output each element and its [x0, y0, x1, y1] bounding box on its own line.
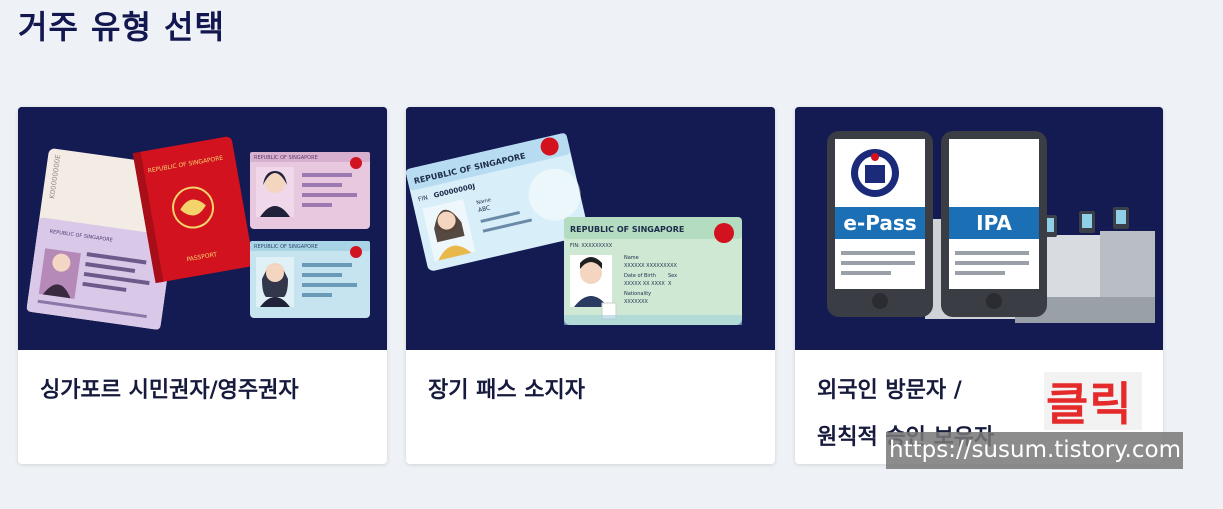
svg-text:XXXXXXX: XXXXXXX [624, 299, 649, 305]
watermark: https://susum.tistory.com [886, 432, 1183, 469]
long-term-pass-illustration: REPUBLIC OF SINGAPORE FIN G0000000J Name… [406, 107, 775, 350]
svg-text:X: X [668, 281, 672, 287]
svg-text:XXXXX XX XXXX: XXXXX XX XXXX [624, 281, 665, 287]
click-annotation: 클릭 [1046, 377, 1133, 431]
card-label-citizen-pr: 싱가포르 시민권자/영주권자 [40, 378, 299, 403]
foreign-visitor-illustration: e-Pass IPA [795, 107, 1163, 350]
svg-text:Nationality: Nationality [624, 291, 651, 297]
svg-text:XXXXXX XXXXXXXXX: XXXXXX XXXXXXXXX [624, 263, 678, 269]
svg-text:Sex: Sex [668, 273, 677, 279]
svg-text:REPUBLIC OF SINGAPORE: REPUBLIC OF SINGAPORE [254, 155, 318, 161]
card-label-line1: 외국인 방문자 / [817, 378, 962, 403]
svg-text:REPUBLIC OF SINGAPORE: REPUBLIC OF SINGAPORE [254, 244, 318, 250]
svg-text:IPA: IPA [976, 211, 1012, 235]
citizen-pr-illustration: REPUBLIC OF SINGAPORE K00000000E REPUBLI… [18, 107, 387, 350]
svg-text:e-Pass: e-Pass [843, 211, 916, 235]
svg-text:Date of Birth: Date of Birth [624, 273, 656, 279]
page-title: 거주 유형 선택 [18, 8, 225, 46]
svg-text:REPUBLIC OF SINGAPORE: REPUBLIC OF SINGAPORE [570, 225, 684, 234]
card-long-term-pass[interactable]: REPUBLIC OF SINGAPORE FIN G0000000J Name… [406, 107, 775, 464]
svg-text:Name: Name [624, 255, 639, 261]
card-label-long-term-pass: 장기 패스 소지자 [428, 378, 585, 403]
card-citizen-pr[interactable]: REPUBLIC OF SINGAPORE K00000000E REPUBLI… [18, 107, 387, 464]
svg-text:FIN: XXXXXXXXX: FIN: XXXXXXXXX [570, 243, 613, 249]
